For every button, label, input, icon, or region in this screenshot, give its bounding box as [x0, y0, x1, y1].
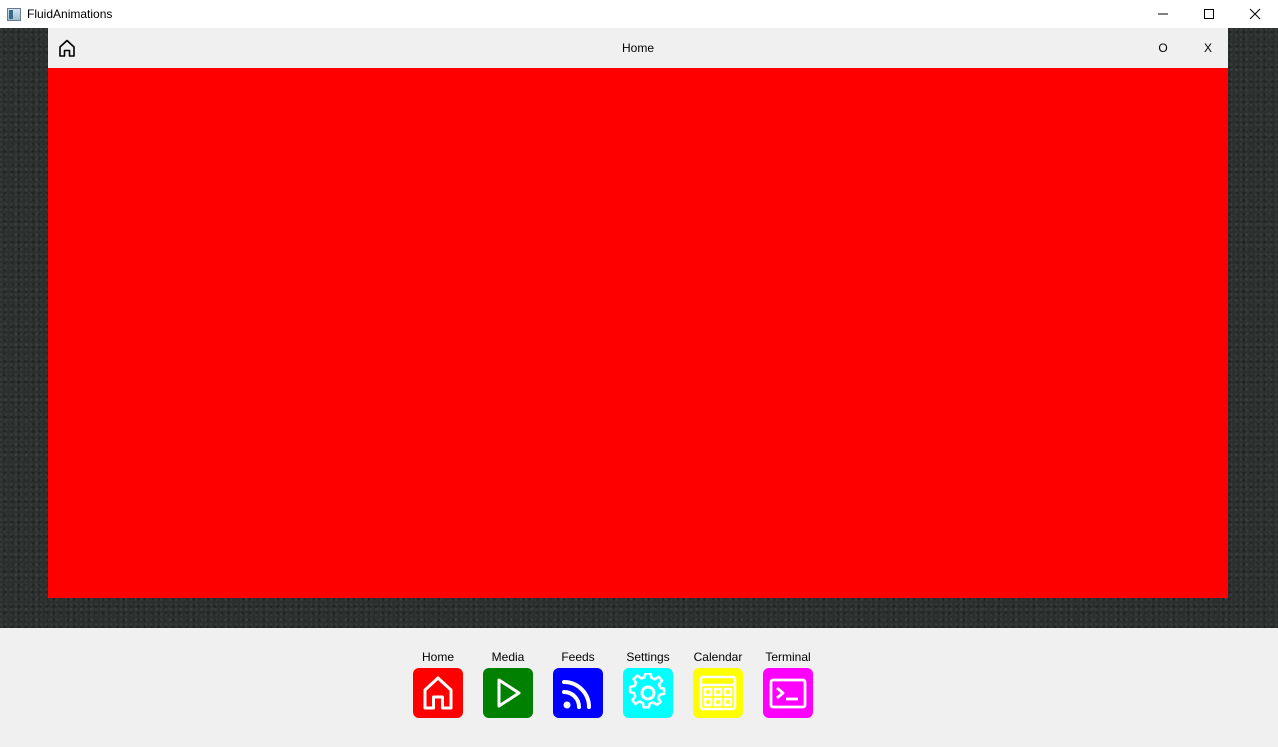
dock-tile-feeds[interactable] [553, 668, 603, 718]
dock-item-terminal[interactable]: Terminal [753, 648, 823, 718]
dock-tile-terminal[interactable] [763, 668, 813, 718]
window-controls [1140, 0, 1278, 28]
panel-content [48, 68, 1228, 598]
dock-label: Feeds [561, 650, 595, 664]
app-icon [7, 7, 21, 21]
dock-label: Terminal [765, 650, 811, 664]
terminal-icon [769, 678, 807, 709]
panel-o-button[interactable]: O [1158, 41, 1168, 55]
play-icon [497, 678, 521, 708]
dock-label: Calendar [693, 650, 743, 664]
dock-tile-media[interactable] [483, 668, 533, 718]
dock-label: Media [491, 650, 525, 664]
window-titlebar: FluidAnimations [0, 0, 1278, 28]
close-button[interactable] [1232, 0, 1278, 28]
home-icon [423, 676, 453, 710]
home-panel: Home O X [48, 28, 1228, 598]
dock-item-calendar[interactable]: Calendar [683, 648, 753, 718]
dock-item-media[interactable]: Media [473, 648, 543, 718]
dock-tile-calendar[interactable] [693, 668, 743, 718]
maximize-button[interactable] [1186, 0, 1232, 28]
panel-close-button[interactable]: X [1203, 41, 1213, 55]
rss-icon [562, 680, 591, 709]
dock-tile-settings[interactable] [623, 668, 673, 718]
dock-item-feeds[interactable]: Feeds [543, 648, 613, 718]
panel-header: Home O X [48, 28, 1228, 68]
panel-title: Home [621, 41, 654, 55]
minimize-icon [1158, 13, 1168, 15]
dock-bar: Home Media Feeds Settings Calendar Termi… [0, 628, 1278, 747]
minimize-button[interactable] [1140, 0, 1186, 28]
dock-item-home[interactable]: Home [403, 648, 473, 718]
dock-item-settings[interactable]: Settings [613, 648, 683, 718]
calendar-icon [699, 675, 737, 711]
desktop-background: Home O X [0, 28, 1278, 628]
dock-label: Home [421, 650, 454, 664]
gear-icon [628, 673, 666, 709]
close-icon [1249, 8, 1261, 20]
window-title: FluidAnimations [27, 7, 113, 21]
dock-label: Settings [626, 650, 670, 664]
maximize-icon [1204, 9, 1214, 19]
dock-tile-home[interactable] [413, 668, 463, 718]
